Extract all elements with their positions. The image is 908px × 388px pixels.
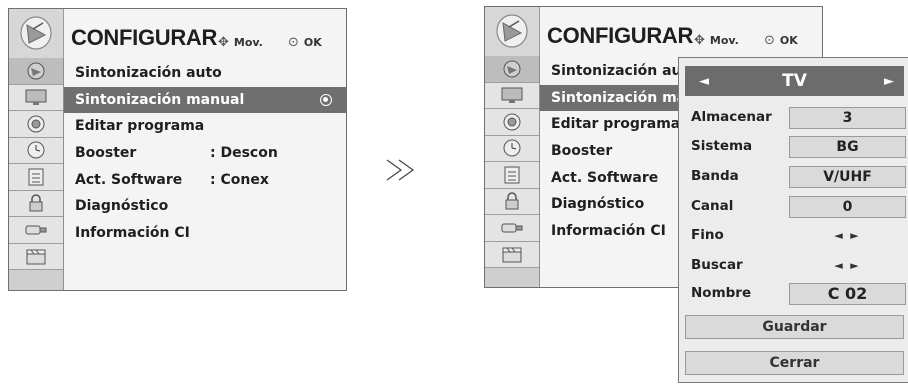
close-button[interactable]: Cerrar	[685, 351, 904, 375]
audio-icon[interactable]	[485, 109, 539, 136]
setting-row: Buscar ◄ ►	[691, 255, 903, 279]
adjust-arrows-icon[interactable]: ◄ ►	[789, 225, 906, 247]
menu-item[interactable]: Sintonización manual	[64, 86, 346, 114]
menu-item-label: Act. Software	[551, 169, 659, 186]
menu-item-label: Editar programa	[75, 118, 205, 135]
menu-item-label: Sintonización auto	[75, 65, 222, 81]
option-icon[interactable]	[485, 162, 539, 189]
move-hint-label: Mov.	[709, 34, 739, 47]
setting-label: Canal	[691, 198, 734, 214]
menu-item-label: Sintonización manual	[75, 91, 245, 108]
audio-icon[interactable]	[9, 111, 63, 138]
lock-icon[interactable]	[9, 190, 63, 217]
adjust-arrows-icon[interactable]: ◄ ►	[789, 255, 906, 277]
menu-item-label: Diagnóstico	[75, 198, 169, 215]
clock-icon[interactable]	[485, 135, 539, 162]
ok-hint: ⊙ OK	[764, 33, 798, 48]
move-arrows-icon: ✥	[694, 33, 705, 48]
move-hint: ✥ Mov.	[694, 33, 739, 48]
setting-label: Fino	[691, 227, 724, 243]
next-step-arrow	[385, 157, 419, 187]
menu-item-label: Información CI	[75, 225, 190, 242]
menu-item[interactable]: Diagnóstico	[64, 193, 346, 220]
movie-icon[interactable]	[9, 243, 63, 270]
selected-indicator-icon	[320, 93, 332, 106]
source-label: TV	[782, 71, 807, 91]
setting-row: Canal 0	[691, 196, 906, 220]
menu-item-label: Editar programa	[551, 116, 681, 133]
setting-value-field[interactable]: V/UHF	[789, 166, 906, 188]
antenna-icon[interactable]	[485, 56, 539, 83]
antenna-icon[interactable]	[9, 58, 63, 85]
tv-screen-icon[interactable]	[485, 82, 539, 109]
option-icon[interactable]	[9, 164, 63, 191]
ok-hint-label: OK	[303, 36, 322, 49]
setting-label: Nombre	[691, 285, 752, 301]
save-button[interactable]: Guardar	[685, 315, 904, 339]
usb-icon[interactable]	[485, 215, 539, 242]
move-hint-label: Mov.	[233, 36, 263, 49]
setting-label: Banda	[691, 168, 739, 184]
clock-icon[interactable]	[9, 137, 63, 164]
menu-item-label: Booster	[75, 145, 137, 162]
setting-row: Sistema BG	[691, 136, 906, 160]
setting-row: Nombre C 02	[691, 283, 906, 307]
usb-icon[interactable]	[9, 217, 63, 244]
setting-label: Buscar	[691, 257, 743, 273]
category-icon-strip	[9, 58, 64, 290]
setting-label: Sistema	[691, 138, 753, 154]
setting-value-field[interactable]: 0	[789, 196, 906, 218]
setup-category-icon	[9, 9, 64, 58]
menu-item-value: : Descon	[210, 145, 278, 162]
setting-value-field[interactable]: 3	[789, 107, 906, 129]
menu-item[interactable]: Booster : Descon	[64, 140, 346, 167]
menu-title: CONFIGURAR	[71, 25, 218, 50]
setting-row: Fino ◄ ►	[691, 225, 903, 249]
menu-item[interactable]: Editar programa	[64, 113, 346, 140]
menu-item-label: Act. Software	[75, 171, 183, 188]
menu-title: CONFIGURAR	[547, 23, 694, 48]
setting-label: Almacenar	[691, 109, 772, 125]
menu-item[interactable]: Sintonización auto	[64, 60, 346, 87]
move-arrows-icon: ✥	[218, 35, 229, 50]
setting-row: Banda V/UHF	[691, 166, 906, 190]
menu-item-label: Información CI	[551, 223, 666, 240]
setting-value-field[interactable]: C 02	[789, 283, 906, 305]
category-icon-strip	[485, 56, 540, 287]
move-hint: ✥ Mov.	[218, 35, 263, 50]
menu-item[interactable]: Información CI	[64, 220, 346, 247]
manual-tuning-dialog: ◄ TV ► Almacenar 3 Sistema BG Banda V/UHF Cana…	[678, 57, 908, 383]
menu-item-label: Sintonización auto	[551, 63, 698, 79]
setup-menu-panel: CONFIGURAR ✥ Mov. ⊙ OK Sintonización aut…	[8, 8, 347, 291]
source-selector[interactable]: ◄ TV ►	[685, 66, 904, 96]
tv-screen-icon[interactable]	[9, 84, 63, 111]
menu-item-label: Booster	[551, 143, 613, 160]
setup-menu-list: Sintonización auto Sintonización manual Ed…	[64, 60, 346, 247]
movie-icon[interactable]	[485, 241, 539, 268]
menu-item[interactable]: Act. Software : Conex	[64, 167, 346, 194]
menu-item-label: Diagnóstico	[551, 196, 645, 213]
ok-button-icon: ⊙	[288, 35, 299, 50]
setting-value-field[interactable]: BG	[789, 136, 906, 158]
ok-button-icon: ⊙	[764, 33, 775, 48]
lock-icon[interactable]	[485, 188, 539, 215]
setting-row: Almacenar 3	[691, 107, 906, 131]
next-source-icon[interactable]: ►	[884, 74, 894, 89]
ok-hint: ⊙ OK	[288, 35, 322, 50]
menu-item-value: : Conex	[210, 171, 269, 188]
setup-category-icon	[485, 7, 540, 56]
ok-hint-label: OK	[779, 34, 798, 47]
